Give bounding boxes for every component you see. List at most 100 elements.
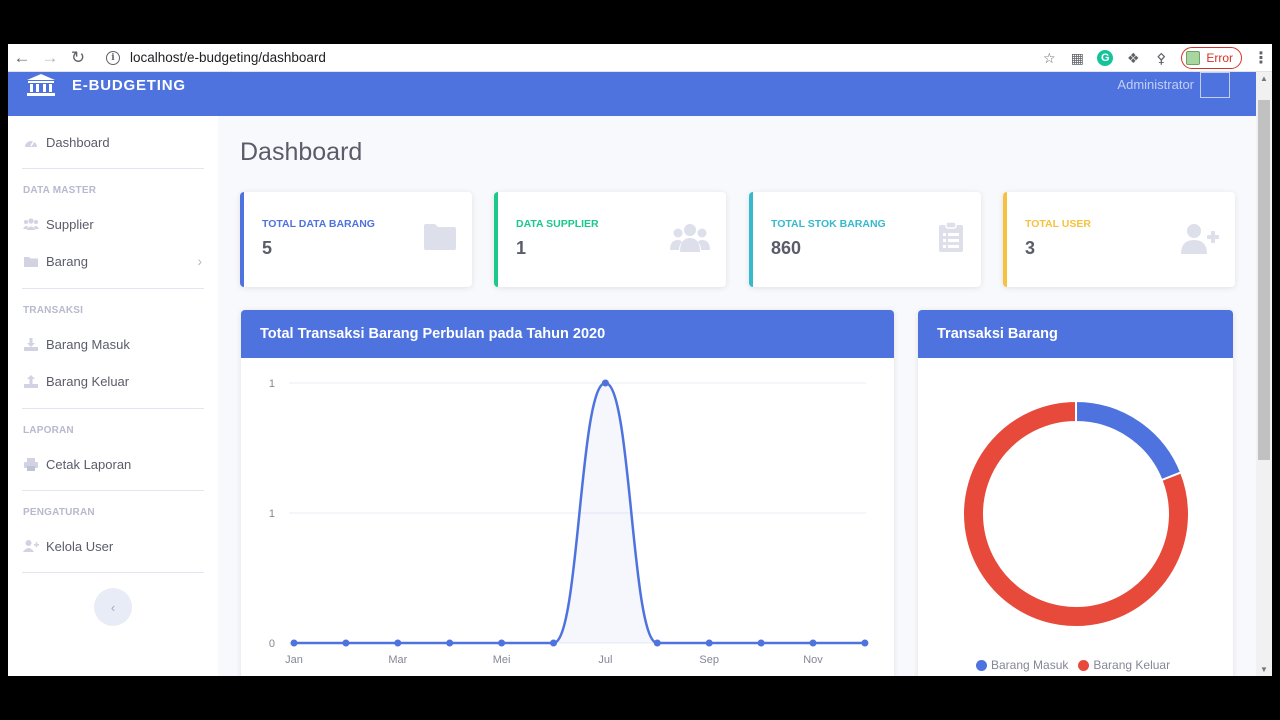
card-label: DATA SUPPLIER	[516, 218, 599, 230]
data-point	[601, 379, 609, 387]
forward-icon[interactable]: →	[36, 44, 64, 72]
grammarly-extension[interactable]: G	[1094, 47, 1116, 69]
print-icon	[22, 457, 40, 471]
user-name[interactable]: Administrator	[1117, 77, 1194, 92]
panel-title: Transaksi Barang	[918, 310, 1233, 358]
grammarly-icon: G	[1097, 50, 1114, 66]
donut-chart-panel: Transaksi Barang Barang Masuk Barang Kel…	[918, 310, 1233, 676]
chevron-left-icon: ‹	[110, 599, 116, 615]
key-icon[interactable]: ⚴	[1150, 47, 1172, 69]
users-icon	[22, 217, 40, 231]
avatar[interactable]	[1200, 72, 1230, 98]
sidebar-item-cetak-laporan[interactable]: Cetak Laporan	[22, 454, 131, 474]
sidebar-item-dashboard[interactable]: Dashboard	[22, 132, 110, 152]
panel-title: Total Transaksi Barang Perbulan pada Tah…	[241, 310, 894, 358]
sidebar-item-label: Cetak Laporan	[46, 456, 132, 472]
data-point	[809, 639, 817, 647]
browser-toolbar: ← → ↻ i localhost/e-budgeting/dashboard …	[8, 44, 1272, 72]
scroll-down-icon[interactable]: ▼	[1260, 665, 1268, 674]
card-label: TOTAL USER	[1025, 218, 1091, 230]
divider	[22, 288, 204, 289]
card-accent	[494, 192, 498, 287]
data-point	[342, 639, 350, 647]
browser-window: ← → ↻ i localhost/e-budgeting/dashboard …	[8, 44, 1272, 676]
card-value: 860	[771, 238, 802, 258]
bank-icon	[27, 74, 55, 96]
sidebar-item-barang-keluar[interactable]: Barang Keluar	[22, 371, 129, 391]
sidebar-item-barang-masuk[interactable]: Barang Masuk	[22, 334, 130, 354]
divider	[22, 490, 204, 491]
reload-icon[interactable]: ↻	[64, 44, 92, 72]
line-chart: 0 1 1 Jan Mar Mei Jul Sep Nov	[269, 378, 869, 666]
section-heading: LAPORAN	[23, 425, 74, 436]
x-tick-label: Jul	[598, 654, 612, 666]
card-value: 1	[516, 238, 527, 258]
page-title: Dashboard	[240, 138, 363, 166]
data-point	[498, 639, 506, 647]
clipboard-icon	[939, 222, 963, 252]
stat-card-total-stok-barang: TOTAL STOK BARANG 860	[749, 192, 981, 287]
card-label: TOTAL DATA BARANG	[262, 218, 375, 230]
legend-item[interactable]: Barang Keluar	[1078, 658, 1170, 672]
menu-icon[interactable]: ⋮	[1250, 48, 1272, 68]
line-chart-panel: Total Transaksi Barang Perbulan pada Tah…	[241, 310, 894, 676]
stat-card-data-supplier: DATA SUPPLIER 1	[494, 192, 726, 287]
sidebar-item-label: Supplier	[46, 216, 94, 232]
profile-icon	[1186, 51, 1201, 65]
users-icon	[670, 224, 710, 252]
tachometer-icon	[22, 135, 40, 149]
chevron-right-icon: ›	[197, 253, 202, 269]
divider	[22, 408, 204, 409]
puzzle-icon[interactable]: ❖	[1122, 47, 1144, 69]
page-scrollbar[interactable]: ▲ ▼	[1256, 72, 1272, 676]
folder-icon	[424, 224, 456, 250]
data-point	[290, 639, 298, 647]
card-accent	[240, 192, 244, 287]
sidebar-item-supplier[interactable]: Supplier	[22, 214, 94, 234]
x-tick-label: Mei	[493, 654, 511, 666]
y-tick-label: 1	[269, 508, 275, 520]
sidebar-item-label: Dashboard	[46, 134, 110, 150]
x-tick-label: Sep	[699, 654, 719, 666]
info-icon[interactable]: i	[106, 50, 120, 65]
sidebar-item-label: Barang Masuk	[46, 336, 130, 352]
data-point	[705, 639, 713, 647]
download-icon	[22, 337, 40, 351]
qr-code-icon[interactable]: ▦	[1066, 47, 1088, 69]
card-value: 3	[1025, 238, 1036, 258]
section-heading: DATA MASTER	[23, 185, 97, 196]
sidebar-item-label: Kelola User	[46, 538, 114, 554]
data-point	[757, 639, 765, 647]
url-text: localhost/e-budgeting/dashboard	[130, 50, 326, 65]
card-accent	[749, 192, 753, 287]
legend-swatch	[1078, 659, 1090, 671]
data-point	[394, 639, 402, 647]
section-heading: TRANSAKSI	[23, 305, 84, 316]
legend-label: Barang Keluar	[1093, 658, 1171, 672]
user-plus-icon	[1181, 224, 1219, 254]
legend-item[interactable]: Barang Masuk	[976, 658, 1068, 672]
x-tick-label: Mar	[388, 654, 407, 666]
sidebar-toggle-button[interactable]: ‹	[94, 588, 132, 626]
scroll-thumb[interactable]	[1258, 100, 1270, 460]
sidebar-item-barang[interactable]: Barang ›	[22, 251, 204, 271]
star-icon[interactable]: ☆	[1038, 47, 1060, 69]
address-bar[interactable]: i localhost/e-budgeting/dashboard	[106, 47, 326, 69]
topbar: E-BUDGETING Administrator	[8, 72, 1256, 116]
error-label: Error	[1206, 51, 1233, 65]
card-accent	[1003, 192, 1007, 287]
sidebar-item-label: Barang Keluar	[46, 373, 130, 389]
data-point	[653, 639, 661, 647]
y-tick-label: 1	[269, 378, 275, 390]
sidebar: Dashboard DATA MASTER Supplier Barang › …	[8, 116, 218, 676]
error-button[interactable]: Error	[1181, 47, 1242, 69]
user-plus-icon	[22, 539, 40, 553]
stat-card-total-data-barang: TOTAL DATA BARANG 5	[240, 192, 472, 287]
scroll-up-icon[interactable]: ▲	[1260, 74, 1268, 83]
back-icon[interactable]: ←	[8, 44, 36, 72]
legend-label: Barang Masuk	[991, 658, 1069, 672]
brand-link[interactable]: E-BUDGETING	[26, 74, 186, 96]
upload-icon	[22, 374, 40, 388]
sidebar-item-kelola-user[interactable]: Kelola User	[22, 536, 113, 556]
legend-swatch	[976, 659, 987, 671]
